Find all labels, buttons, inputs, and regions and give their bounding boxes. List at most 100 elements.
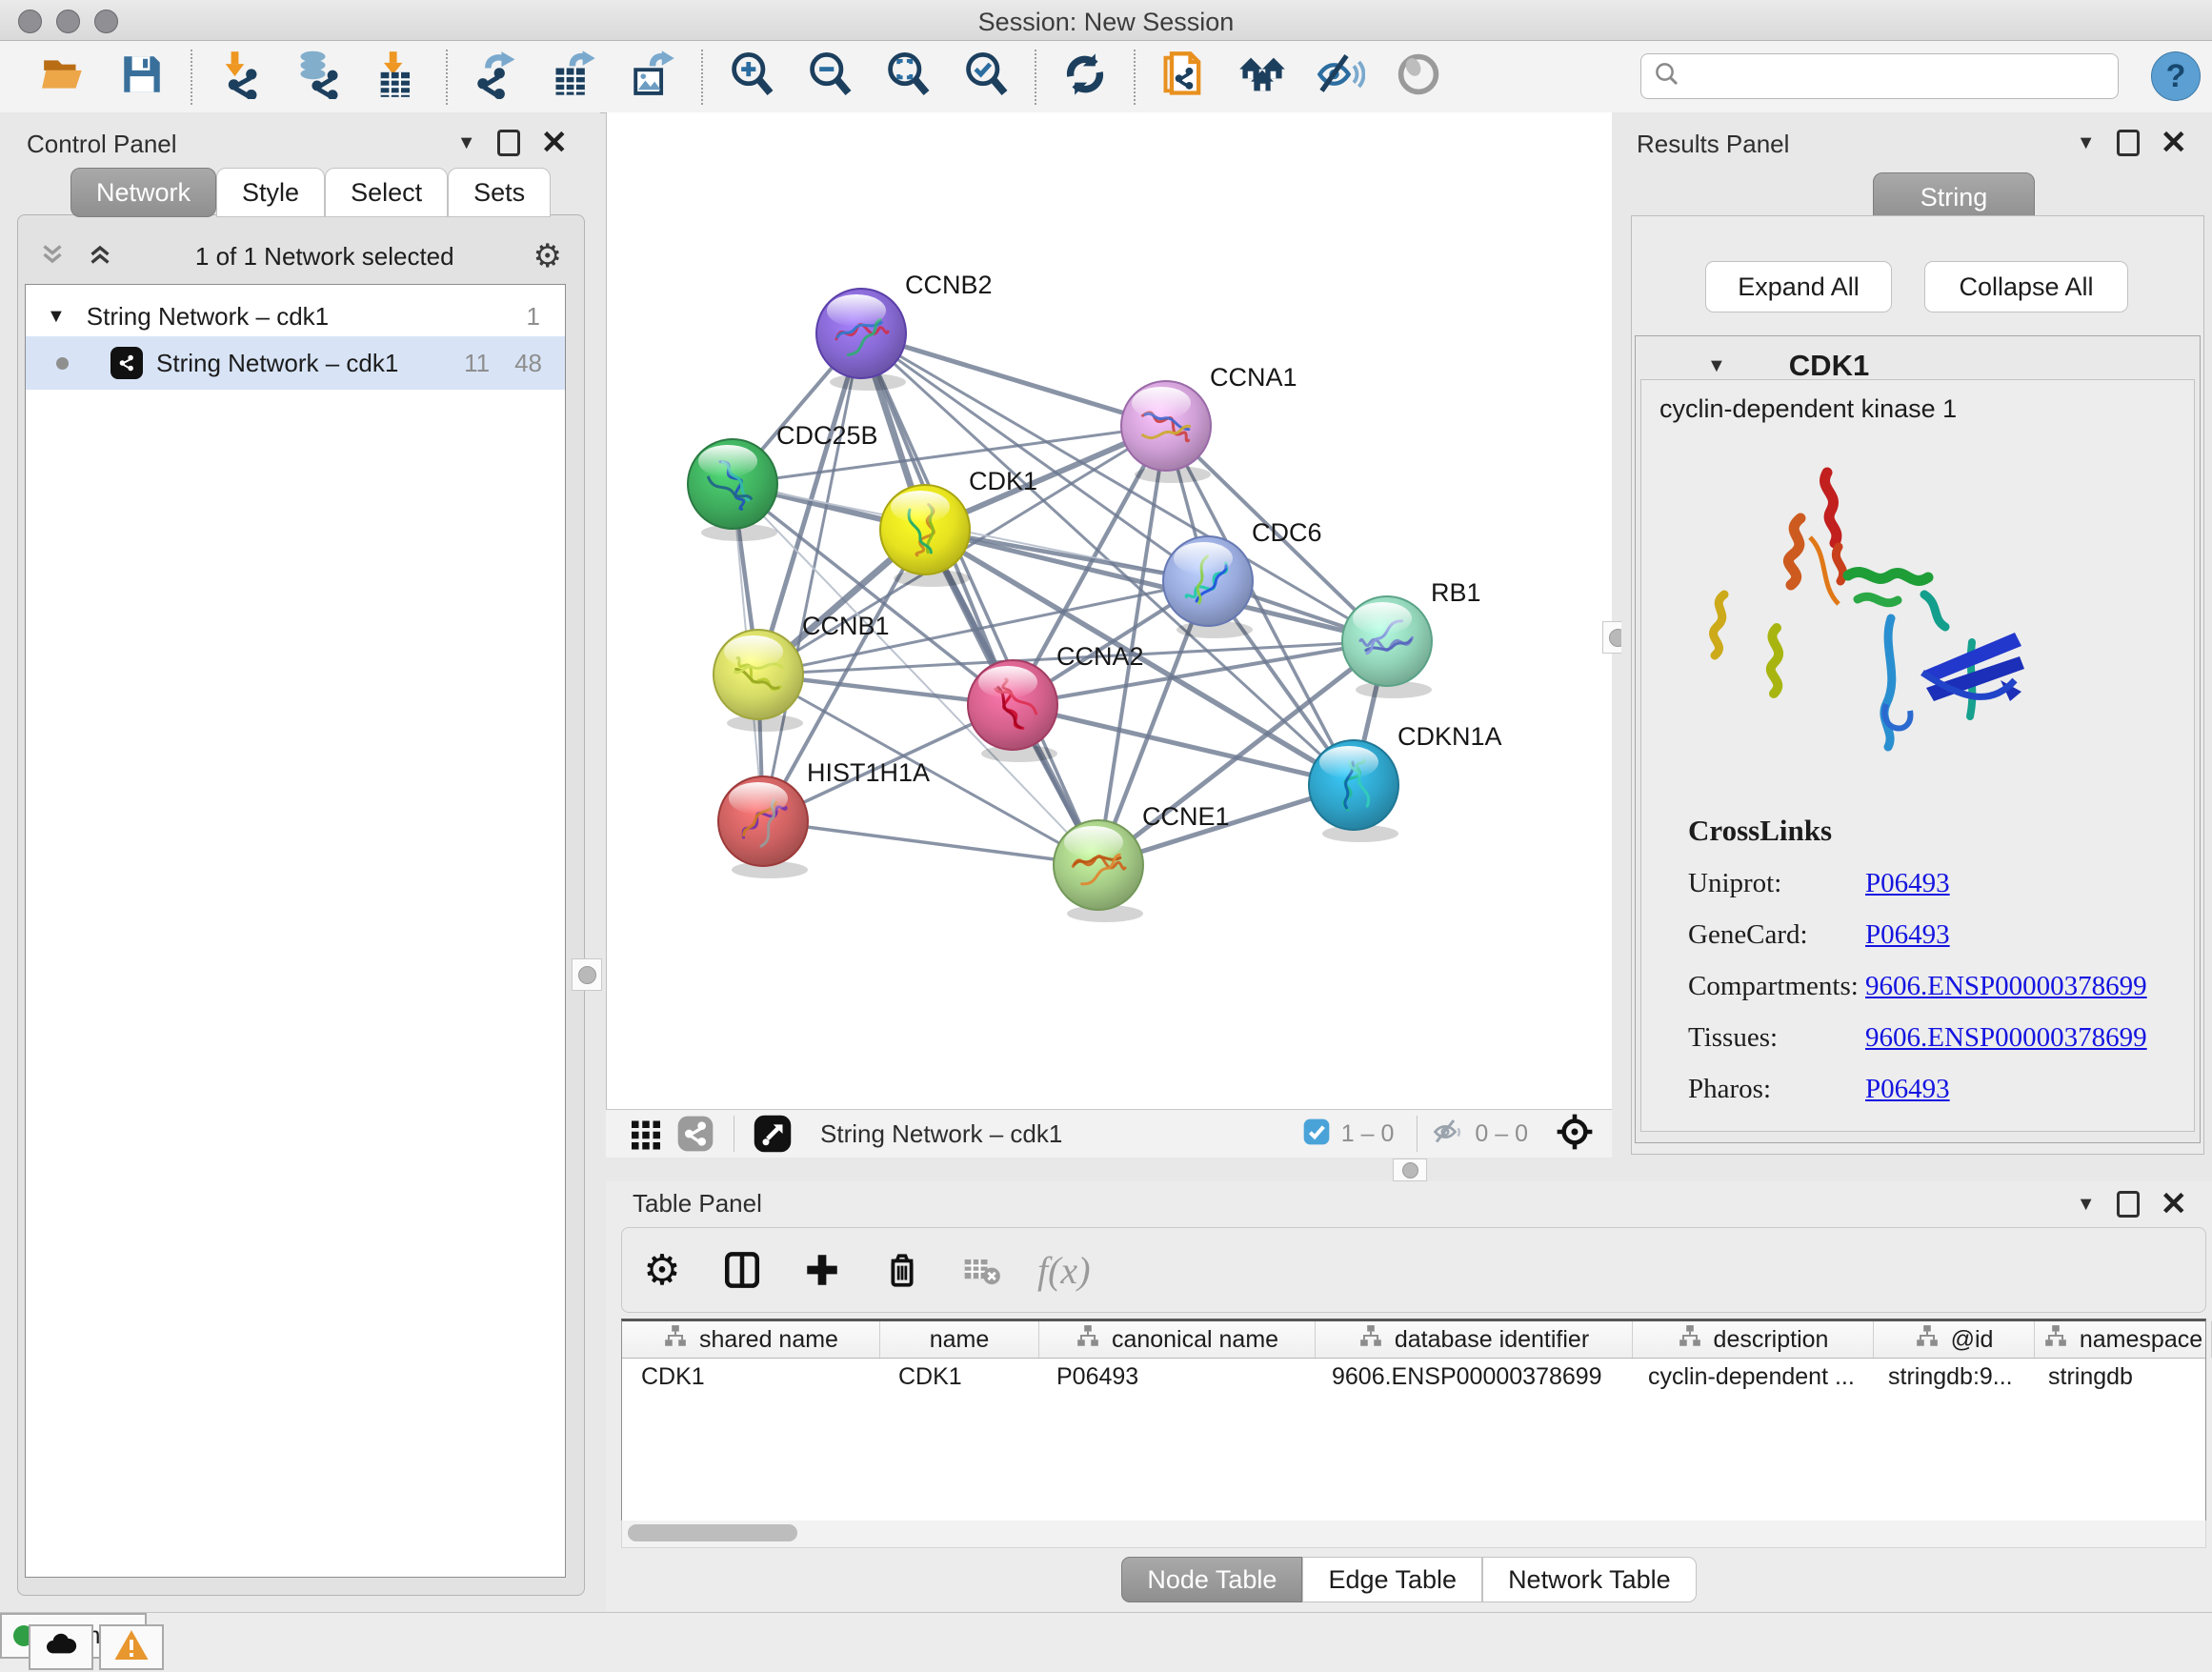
crosslink-value[interactable]: P06493 <box>1865 1074 1950 1105</box>
warnings-button[interactable] <box>99 1624 164 1670</box>
table-cell[interactable]: stringdb <box>2029 1359 2205 1395</box>
network-share-view-icon[interactable] <box>671 1109 720 1158</box>
show-all-button[interactable] <box>1393 51 1444 103</box>
import-network-from-file-button[interactable] <box>215 51 267 103</box>
column-header-namespace[interactable]: namespace <box>2035 1321 2212 1358</box>
table-cell[interactable]: CDK1 <box>879 1359 1037 1395</box>
panel-float-icon[interactable] <box>497 130 520 156</box>
save-session-button[interactable] <box>116 51 168 103</box>
table-cell[interactable]: 9606.ENSP00000378699 <box>1313 1359 1629 1395</box>
create-column-icon[interactable] <box>797 1245 847 1295</box>
network-node-CCNA1[interactable]: CCNA1 <box>1121 363 1297 483</box>
table-cell[interactable]: CDK1 <box>622 1359 879 1395</box>
network-node-RB1[interactable]: RB1 <box>1342 578 1481 698</box>
zoom-in-icon <box>727 50 776 104</box>
crosslink-row: Pharos:P06493 <box>1688 1074 2147 1105</box>
tab-style[interactable]: Style <box>216 168 325 217</box>
network-row[interactable]: String Network – cdk1 11 48 <box>26 336 565 390</box>
collapse-all-button[interactable]: Collapse All <box>1924 261 2128 312</box>
export-table-button[interactable] <box>549 51 600 103</box>
tab-node-table[interactable]: Node Table <box>1121 1557 1302 1602</box>
panel-close-icon[interactable]: ✕ <box>2161 1195 2188 1214</box>
node-label-CDK1: CDK1 <box>969 467 1037 495</box>
table-cell[interactable]: stringdb:9... <box>1869 1359 2029 1395</box>
expand-all-networks-icon[interactable] <box>84 238 116 275</box>
duplicate-network-button[interactable] <box>1158 51 1210 103</box>
edge-CCNB2-HIST1H1A[interactable] <box>763 333 861 821</box>
crosslink-value[interactable]: P06493 <box>1865 868 1950 899</box>
table-cell[interactable]: P06493 <box>1037 1359 1313 1395</box>
panel-menu-icon[interactable]: ▼ <box>457 132 476 154</box>
panel-menu-icon[interactable]: ▼ <box>2077 1194 2096 1216</box>
panel-menu-icon[interactable]: ▼ <box>2077 132 2096 154</box>
selected-checkbox-icon[interactable] <box>1301 1117 1332 1152</box>
refresh-icon <box>1060 50 1110 104</box>
zoom-selected-button[interactable] <box>960 51 1012 103</box>
apply-layout-button[interactable] <box>1059 51 1111 103</box>
network-collection-row[interactable]: ▼ String Network – cdk1 1 <box>26 296 565 336</box>
crosslink-label: Pharos: <box>1688 1074 1865 1105</box>
birds-eye-toggle-icon[interactable] <box>1555 1112 1595 1157</box>
column-header-description[interactable]: description <box>1633 1321 1874 1358</box>
scrollbar-thumb[interactable] <box>628 1524 797 1541</box>
panel-close-icon[interactable]: ✕ <box>541 133 569 152</box>
open-folder-icon <box>40 50 88 103</box>
zoom-in-button[interactable] <box>726 51 777 103</box>
network-options-gear-icon[interactable]: ⚙ <box>533 237 562 275</box>
zoom-fit-content-button[interactable] <box>882 51 934 103</box>
tab-network-table[interactable]: Network Table <box>1482 1557 1697 1602</box>
tab-sets[interactable]: Sets <box>448 168 551 217</box>
import-network-icon <box>216 50 266 104</box>
gene-collapse-icon[interactable]: ▼ <box>1707 355 1726 377</box>
node-label-CDC6: CDC6 <box>1252 518 1322 547</box>
crosslink-value[interactable]: P06493 <box>1865 919 1950 951</box>
export-image-button[interactable] <box>627 51 678 103</box>
table-row[interactable]: CDK1CDK1P064939606.ENSP00000378699cyclin… <box>622 1359 2205 1395</box>
hide-selected-button[interactable] <box>1315 51 1366 103</box>
open-session-button[interactable] <box>38 51 90 103</box>
open-in-new-window-icon[interactable] <box>748 1109 797 1158</box>
collapse-all-networks-icon[interactable] <box>36 238 69 275</box>
crosslink-value[interactable]: 9606.ENSP00000378699 <box>1865 971 2147 1002</box>
zoom-out-button[interactable] <box>804 51 855 103</box>
column-header-name[interactable]: name <box>880 1321 1039 1358</box>
edge-HIST1H1A-CCNE1[interactable] <box>763 821 1098 865</box>
table-options-gear-icon[interactable]: ⚙ <box>637 1245 687 1295</box>
bottom-splitter-handle[interactable] <box>1393 1158 1427 1181</box>
column-header-@id[interactable]: @id <box>1874 1321 2035 1358</box>
table-horizontal-scrollbar[interactable] <box>621 1521 2206 1548</box>
network-node-CCNB1[interactable]: CCNB1 <box>714 612 890 732</box>
delete-column-icon[interactable] <box>877 1245 927 1295</box>
left-splitter-handle[interactable] <box>572 958 602 991</box>
collection-expand-icon[interactable]: ▼ <box>47 306 66 328</box>
node-label-CCNB2: CCNB2 <box>905 271 993 299</box>
network-canvas[interactable]: CCNB2CCNA1CDC25BCDK1CDC6RB1CCNB1CCNA2CDK… <box>606 112 1613 1109</box>
import-network-from-database-button[interactable] <box>293 51 345 103</box>
tab-select[interactable]: Select <box>325 168 448 217</box>
network-node-CDKN1A[interactable]: CDKN1A <box>1309 722 1502 842</box>
first-neighbors-button[interactable] <box>1237 51 1288 103</box>
grid-view-icon[interactable] <box>621 1109 671 1158</box>
help-button[interactable]: ? <box>2151 51 2201 101</box>
cloud-button[interactable] <box>29 1624 93 1670</box>
show-columns-icon[interactable] <box>717 1245 767 1295</box>
column-header-shared-name[interactable]: shared name <box>622 1321 880 1358</box>
column-header-database-identifier[interactable]: database identifier <box>1316 1321 1633 1358</box>
expand-all-button[interactable]: Expand All <box>1705 261 1892 312</box>
export-network-button[interactable] <box>471 51 522 103</box>
edge-CCNB2-CCNA1[interactable] <box>861 333 1166 426</box>
column-header-canonical-name[interactable]: canonical name <box>1039 1321 1316 1358</box>
search-box[interactable] <box>1640 53 2119 99</box>
panel-close-icon[interactable]: ✕ <box>2161 133 2188 152</box>
tab-network[interactable]: Network <box>70 168 216 217</box>
edge-CCNA2-CDKN1A[interactable] <box>1013 705 1354 785</box>
toolbar-divider <box>1035 50 1036 105</box>
crosslink-value[interactable]: 9606.ENSP00000378699 <box>1865 1022 2147 1054</box>
import-table-from-file-button[interactable] <box>372 51 423 103</box>
panel-float-icon[interactable] <box>2117 130 2140 156</box>
network-node-HIST1H1A[interactable]: HIST1H1A <box>718 758 930 878</box>
table-cell[interactable]: cyclin-dependent ... <box>1629 1359 1869 1395</box>
tab-edge-table[interactable]: Edge Table <box>1302 1557 1482 1602</box>
search-input[interactable] <box>1693 58 2118 94</box>
panel-float-icon[interactable] <box>2117 1191 2140 1218</box>
